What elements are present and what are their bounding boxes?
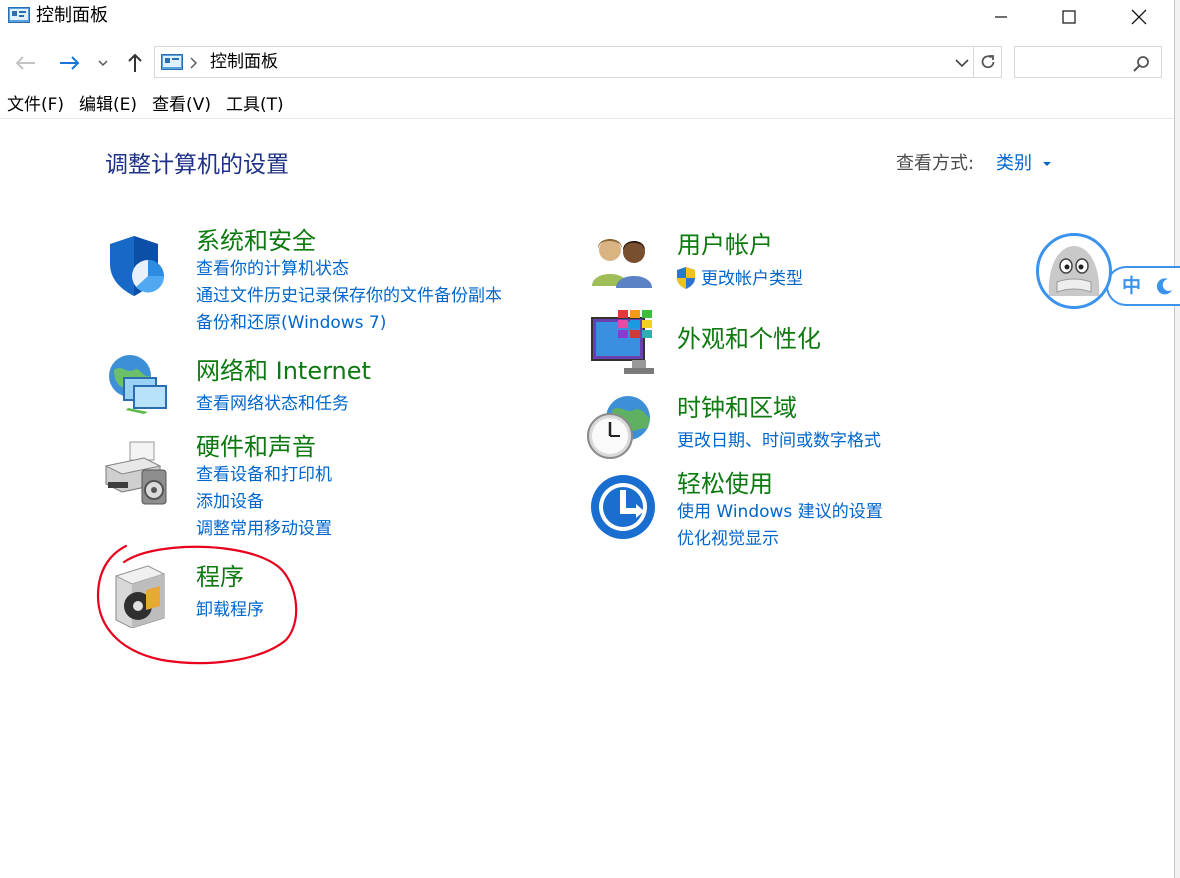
- back-button[interactable]: [12, 50, 38, 76]
- menu-edit[interactable]: 编辑(E): [72, 92, 145, 118]
- link-mobility-settings[interactable]: 调整常用移动设置: [196, 516, 332, 543]
- mascot-icon: [1048, 246, 1100, 296]
- back-arrow-icon: [15, 56, 35, 70]
- dropdown-triangle-icon: [1042, 162, 1051, 166]
- menu-bar: 文件(F) 编辑(E) 查看(V) 工具(T): [0, 92, 292, 118]
- control-panel-small-icon: [161, 54, 183, 70]
- menu-view[interactable]: 查看(V): [145, 92, 219, 118]
- view-by-label: 查看方式:: [896, 153, 975, 174]
- address-bar[interactable]: 控制面板: [154, 46, 974, 78]
- category-title-user-accounts[interactable]: 用户帐户: [677, 229, 773, 261]
- link-optimize-display[interactable]: 优化视觉显示: [677, 526, 779, 553]
- menu-divider: [0, 118, 1174, 119]
- moon-icon[interactable]: [1156, 277, 1174, 295]
- close-icon: [1131, 9, 1147, 25]
- category-title-hardware[interactable]: 硬件和声音: [196, 431, 316, 463]
- annotation-circle: [96, 544, 298, 665]
- chevron-down-icon: [98, 60, 108, 67]
- forward-button[interactable]: [57, 50, 83, 76]
- ease-of-access-icon: [591, 475, 655, 539]
- link-network-status[interactable]: 查看网络状态和任务: [196, 391, 349, 418]
- clock-globe-icon: [587, 396, 650, 459]
- menu-file[interactable]: 文件(F): [0, 92, 72, 118]
- network-globe-icon: [109, 355, 167, 414]
- link-view-computer-status[interactable]: 查看你的计算机状态: [196, 256, 349, 283]
- printer-speaker-icon: [104, 441, 167, 505]
- security-shield-icon: [110, 236, 165, 296]
- category-title-system-security[interactable]: 系统和安全: [196, 225, 316, 257]
- close-button[interactable]: [1116, 0, 1162, 34]
- refresh-button[interactable]: [974, 46, 1002, 78]
- title-bar: 控制面板: [0, 0, 1174, 34]
- minimize-button[interactable]: [978, 0, 1024, 34]
- link-change-account-type[interactable]: 更改帐户类型: [701, 266, 803, 293]
- uac-shield-icon: [677, 267, 695, 289]
- forward-arrow-icon: [60, 56, 80, 70]
- users-icon: [592, 239, 652, 288]
- minimize-icon: [995, 16, 1007, 18]
- link-windows-recommended[interactable]: 使用 Windows 建议的设置: [677, 499, 883, 526]
- view-by-value: 类别: [996, 153, 1032, 174]
- adjacent-window-edge: [1174, 0, 1180, 878]
- menu-tools[interactable]: 工具(T): [219, 92, 292, 118]
- view-by-dropdown[interactable]: 类别: [996, 151, 1052, 177]
- page-title: 调整计算机的设置: [105, 152, 289, 178]
- search-icon: [1133, 56, 1149, 72]
- ime-toolbar[interactable]: 中: [1106, 266, 1180, 306]
- appearance-monitor-icon: [591, 310, 654, 374]
- control-panel-icon: [8, 7, 30, 23]
- up-arrow-icon: [128, 53, 142, 72]
- link-devices-printers[interactable]: 查看设备和打印机: [196, 462, 332, 489]
- link-backup-restore-win7[interactable]: 备份和还原(Windows 7): [196, 310, 386, 337]
- ime-mode-label[interactable]: 中: [1122, 274, 1141, 298]
- category-title-appearance[interactable]: 外观和个性化: [677, 323, 821, 355]
- address-dropdown-icon[interactable]: [955, 58, 969, 68]
- category-title-ease-of-access[interactable]: 轻松使用: [677, 468, 773, 500]
- breadcrumb-root[interactable]: 控制面板: [210, 50, 278, 74]
- up-button[interactable]: [122, 50, 148, 76]
- ime-mascot-avatar[interactable]: [1036, 233, 1112, 309]
- link-file-history-backup[interactable]: 通过文件历史记录保存你的文件备份副本: [196, 283, 502, 310]
- link-change-date-time-format[interactable]: 更改日期、时间或数字格式: [677, 428, 881, 455]
- breadcrumb-separator-icon: [190, 57, 197, 69]
- refresh-icon: [981, 55, 994, 69]
- maximize-button[interactable]: [1046, 0, 1092, 34]
- maximize-icon: [1062, 10, 1076, 24]
- window-title: 控制面板: [36, 5, 108, 26]
- recent-locations-button[interactable]: [91, 50, 115, 76]
- category-title-clock-region[interactable]: 时钟和区域: [677, 392, 797, 424]
- search-input[interactable]: [1014, 46, 1162, 78]
- category-title-network[interactable]: 网络和 Internet: [196, 355, 371, 387]
- link-add-device[interactable]: 添加设备: [196, 489, 264, 516]
